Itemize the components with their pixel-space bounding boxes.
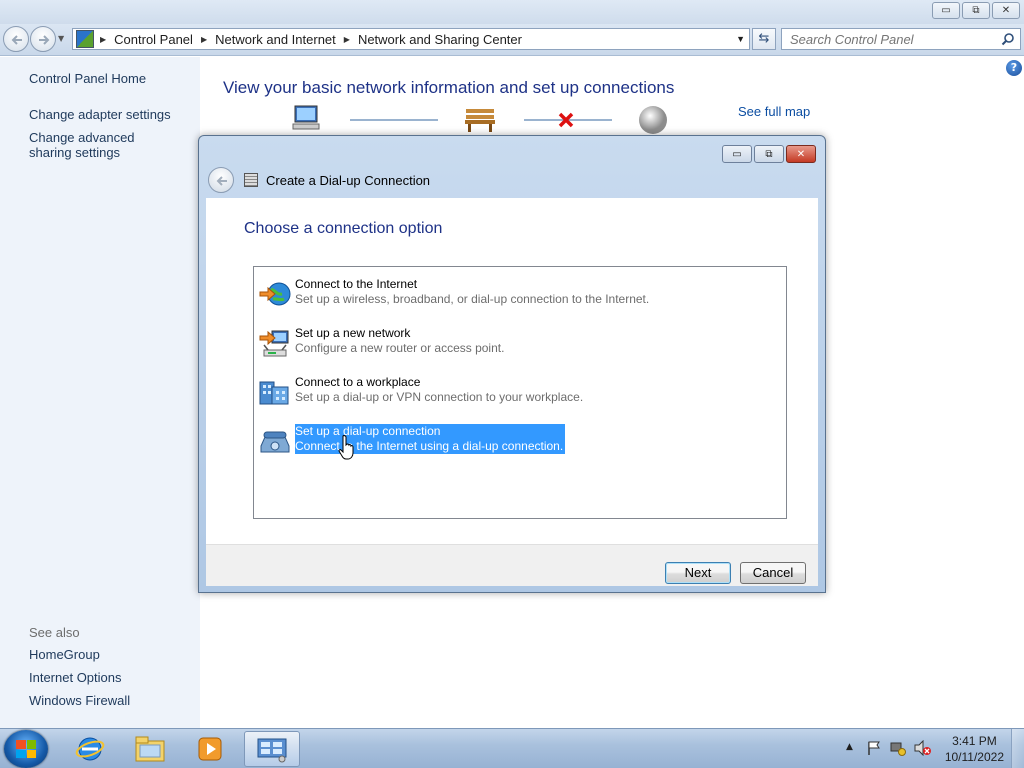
volume-muted-icon[interactable] bbox=[914, 740, 932, 756]
search-box[interactable] bbox=[781, 28, 1021, 50]
option-title: Connect to a workplace bbox=[295, 375, 421, 389]
option-text: Set up a new network Configure a new rou… bbox=[295, 326, 504, 356]
control-panel-icon bbox=[76, 30, 94, 48]
dialog-minimize-button[interactable]: ▭ bbox=[722, 145, 752, 163]
computer-icon bbox=[292, 105, 320, 130]
chevron-right-icon[interactable]: ▶ bbox=[344, 35, 350, 44]
cancel-button[interactable]: Cancel bbox=[740, 562, 806, 584]
minimize-button[interactable]: ▭ bbox=[932, 2, 960, 19]
system-clock[interactable]: 3:41 PM 10/11/2022 bbox=[945, 733, 1004, 765]
option-text: Connect to a workplace Set up a dial-up … bbox=[295, 375, 583, 405]
option-new-network[interactable]: Set up a new network Configure a new rou… bbox=[258, 326, 678, 362]
option-dialup-connection[interactable]: Set up a dial-up connection Connect to t… bbox=[258, 424, 678, 460]
windows-logo-icon bbox=[16, 740, 36, 758]
phone-icon bbox=[260, 431, 290, 453]
next-button[interactable]: Next bbox=[665, 562, 731, 584]
network-status-icon[interactable] bbox=[890, 740, 906, 756]
internet-globe-icon bbox=[639, 106, 667, 134]
control-panel-home-link[interactable]: Control Panel Home bbox=[29, 71, 146, 86]
clock-time: 3:41 PM bbox=[952, 734, 997, 748]
start-button[interactable] bbox=[4, 730, 48, 768]
search-input[interactable] bbox=[782, 29, 992, 49]
back-button[interactable] bbox=[3, 26, 29, 52]
action-center-flag-icon[interactable] bbox=[866, 740, 882, 756]
dialog-footer: Next Cancel bbox=[206, 544, 818, 586]
network-icon bbox=[259, 330, 289, 357]
recent-pages-dropdown[interactable]: ▼ bbox=[58, 34, 64, 43]
taskbar-control-panel[interactable] bbox=[244, 731, 300, 767]
disconnected-x-icon bbox=[558, 112, 574, 128]
option-text: Connect to the Internet Set up a wireles… bbox=[295, 277, 649, 307]
arrow-left-icon bbox=[216, 176, 227, 186]
option-connect-workplace[interactable]: Connect to a workplace Set up a dial-up … bbox=[258, 375, 678, 411]
create-dialup-dialog: ▭ ⧉ ✕ Create a Dial-up Connection Choose… bbox=[198, 135, 826, 593]
chevron-right-icon[interactable]: ▶ bbox=[100, 35, 106, 44]
taskbar-internet-explorer[interactable] bbox=[62, 731, 118, 767]
hand-cursor-icon bbox=[338, 435, 354, 460]
dialog-heading: Choose a connection option bbox=[244, 220, 443, 237]
arrow-left-icon bbox=[11, 35, 22, 45]
restore-button[interactable]: ⧉ bbox=[962, 2, 990, 19]
close-button[interactable]: ✕ bbox=[992, 2, 1020, 19]
dialog-close-button[interactable]: ✕ bbox=[786, 145, 816, 163]
window-caption-buttons: ▭ ⧉ ✕ bbox=[932, 2, 1020, 19]
dialog-caption-buttons: ▭ ⧉ ✕ bbox=[722, 145, 816, 163]
control-panel-icon bbox=[257, 738, 287, 763]
see-also-heading: See also bbox=[29, 625, 80, 640]
chevron-right-icon[interactable]: ▶ bbox=[201, 35, 207, 44]
taskbar: ▲ 3:41 PM 10/11/2022 bbox=[0, 728, 1024, 768]
homegroup-link[interactable]: HomeGroup bbox=[29, 647, 100, 662]
window-titlebar: ▭ ⧉ ✕ bbox=[0, 0, 1024, 24]
show-hidden-icons-button[interactable]: ▲ bbox=[846, 742, 853, 752]
option-connect-internet[interactable]: Connect to the Internet Set up a wireles… bbox=[258, 277, 678, 313]
option-description: Connect to the Internet using a dial-up … bbox=[295, 439, 564, 453]
address-bar[interactable]: ▶ Control Panel ▶ Network and Internet ▶… bbox=[72, 28, 750, 50]
windows-firewall-link[interactable]: Windows Firewall bbox=[29, 693, 130, 708]
dialog-back-button[interactable] bbox=[208, 167, 234, 193]
dialog-maximize-button[interactable]: ⧉ bbox=[754, 145, 784, 163]
file-explorer-icon bbox=[135, 736, 165, 762]
option-description: Configure a new router or access point. bbox=[295, 341, 505, 355]
taskbar-media-player[interactable] bbox=[182, 731, 238, 767]
dialup-phone-small-icon bbox=[244, 173, 258, 187]
arrow-right-icon bbox=[39, 35, 50, 45]
page-title: View your basic network information and … bbox=[223, 78, 675, 97]
connection-options-list: Connect to the Internet Set up a wireles… bbox=[253, 266, 787, 519]
help-icon[interactable]: ? bbox=[1006, 60, 1022, 76]
breadcrumb-control-panel[interactable]: Control Panel bbox=[114, 32, 193, 47]
refresh-button[interactable]: ⇆ bbox=[752, 28, 776, 50]
left-navigation-pane: Control Panel Home Change adapter settin… bbox=[0, 57, 200, 728]
option-description: Set up a dial-up or VPN connection to yo… bbox=[295, 390, 584, 404]
clock-date: 10/11/2022 bbox=[944, 750, 1004, 764]
see-full-map-link[interactable]: See full map bbox=[738, 104, 810, 119]
search-icon[interactable] bbox=[1001, 32, 1015, 46]
option-description: Set up a wireless, broadband, or dial-up… bbox=[295, 292, 650, 306]
forward-button[interactable] bbox=[30, 26, 56, 52]
dialog-body: Choose a connection option Connect to th… bbox=[206, 198, 818, 544]
internet-options-link[interactable]: Internet Options bbox=[29, 670, 122, 685]
breadcrumb-network-and-sharing-center[interactable]: Network and Sharing Center bbox=[358, 32, 522, 47]
network-connection-line bbox=[350, 119, 438, 121]
media-player-icon bbox=[198, 737, 222, 761]
change-adapter-settings-link[interactable]: Change adapter settings bbox=[29, 107, 171, 122]
option-text: Set up a dial-up connection Connect to t… bbox=[295, 424, 566, 454]
globe-icon bbox=[259, 282, 291, 306]
breadcrumb-network-and-internet[interactable]: Network and Internet bbox=[215, 32, 336, 47]
bench-icon bbox=[465, 109, 495, 132]
option-title: Set up a dial-up connection bbox=[295, 424, 441, 438]
refresh-icon: ⇆ bbox=[758, 31, 770, 46]
option-title: Connect to the Internet bbox=[295, 277, 418, 291]
chevron-down-icon[interactable]: ▼ bbox=[736, 34, 745, 44]
option-title: Set up a new network bbox=[295, 326, 411, 340]
taskbar-windows-explorer[interactable] bbox=[122, 731, 178, 767]
address-toolbar: ▼ ▶ Control Panel ▶ Network and Internet… bbox=[0, 24, 1024, 56]
workplace-icon bbox=[259, 381, 289, 405]
show-desktop-button[interactable] bbox=[1011, 729, 1024, 768]
change-advanced-sharing-settings-link[interactable]: Change advanced sharing settings bbox=[29, 130, 179, 160]
internet-explorer-icon bbox=[75, 737, 105, 761]
dialog-title: Create a Dial-up Connection bbox=[266, 173, 431, 188]
